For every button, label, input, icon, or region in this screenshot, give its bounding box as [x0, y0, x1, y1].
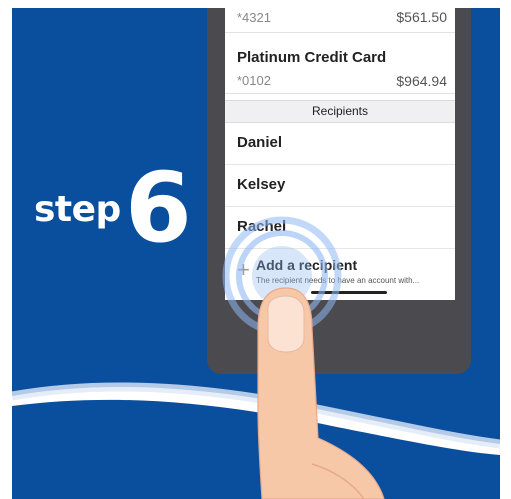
- tutorial-stage: step 6 *4321 $561.50 Platinum Credit Car…: [12, 8, 500, 499]
- finger-illustration: [257, 287, 385, 499]
